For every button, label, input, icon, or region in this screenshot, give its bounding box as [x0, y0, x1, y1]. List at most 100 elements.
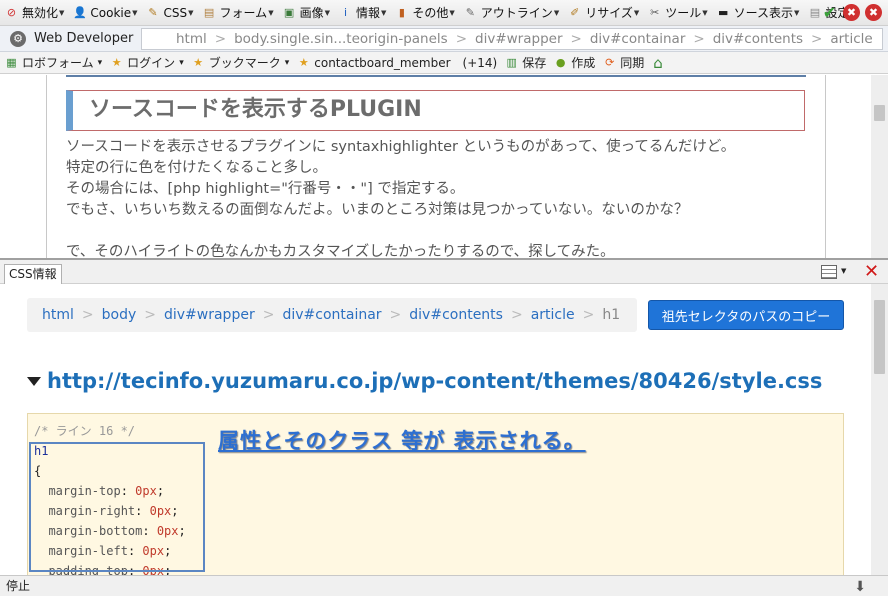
toolbar-menu-9[interactable]: ✂ ツール ▼: [647, 4, 708, 21]
toolbar-menu-7[interactable]: ✎ アウトライン ▼: [463, 4, 560, 21]
bookmark-label: 同期: [620, 56, 645, 70]
grid-icon[interactable]: [821, 265, 837, 279]
article-line: その場合には、[php highlight="行番号・・"] で指定する。: [66, 181, 465, 197]
chevron-down-icon: ▼: [702, 8, 708, 17]
toolbar-menu-8[interactable]: ✐ リサイズ ▼: [567, 4, 639, 21]
panel-scrollbar[interactable]: [871, 284, 888, 575]
status-bar: 停止 ⬇: [0, 575, 888, 596]
breadcrumb-item[interactable]: article: [830, 31, 872, 47]
star-icon: ★: [298, 56, 309, 69]
chevron-down-icon: ▼: [553, 8, 560, 17]
breadcrumb-separator: >: [214, 31, 227, 47]
terminal-icon: ▬: [717, 6, 729, 19]
article-line: でもさ、いちいち数えるの面倒なんだよ。いまのところ対策は見つかっていない。ないの…: [66, 202, 689, 218]
chevron-down-icon: ▼: [324, 8, 330, 17]
toolbar-menu-4[interactable]: ▣ 画像 ▼: [282, 4, 330, 21]
breadcrumb-item[interactable]: div#containar: [590, 31, 686, 47]
breadcrumb-item[interactable]: body.single.sin...teorigin-panels: [234, 31, 448, 47]
chevron-down-icon: ▼: [188, 8, 194, 17]
pencil-icon: ✎: [465, 6, 475, 19]
home-icon[interactable]: ⌂: [653, 54, 663, 72]
toolbar-menu-10[interactable]: ▬ ソース表示 ▼: [716, 4, 800, 21]
close-icon[interactable]: ✕: [864, 263, 879, 281]
disable-icon: ⊘: [6, 6, 17, 19]
toolbar-menu-label: Cookie: [90, 5, 132, 20]
toolbar-menu-0[interactable]: ⊘ 無効化 ▼: [4, 4, 65, 21]
info-icon: i: [343, 6, 348, 19]
pencil-icon: ✎: [148, 6, 158, 19]
bookmark-item-0[interactable]: ▦ ロボフォーム ▾: [4, 54, 102, 71]
breadcrumb-separator: >: [582, 307, 595, 323]
chevron-down-icon[interactable]: ▼: [841, 267, 846, 275]
breadcrumb-item[interactable]: div#contents: [713, 31, 803, 47]
stop-icon[interactable]: ✖: [843, 4, 860, 21]
breadcrumb-separator: >: [570, 31, 582, 47]
breadcrumb-separator: >: [389, 307, 402, 323]
chevron-down-icon: ▾: [179, 57, 184, 68]
chevron-down-icon: ▼: [268, 8, 274, 17]
chevron-down-icon: ▾: [97, 57, 103, 68]
toolbar-menu-5[interactable]: i 情報 ▼: [338, 4, 386, 21]
chevron-down-icon: ▼: [633, 8, 640, 17]
page-heading: ソースコードを表示するPLUGIN: [66, 90, 805, 131]
breadcrumb-separator: >: [455, 31, 468, 47]
breadcrumb-separator: >: [693, 31, 705, 47]
toolbar-menu-1[interactable]: 👤 Cookie ▼: [72, 5, 137, 20]
toolbar-menu-6[interactable]: ▮ その他 ▼: [394, 4, 455, 21]
breadcrumb-item[interactable]: div#wrapper: [475, 31, 562, 47]
bookmark-toolbar: ▦ ロボフォーム ▾ ★ ログイン ▾ ★ ブックマーク ▾ ★ contactboard_memb…: [0, 52, 888, 74]
robot-icon: ▦: [6, 56, 17, 69]
toolbar-right-buttons: ✔ ✖ ✖: [821, 3, 882, 22]
toolbar-menu-label: フォーム: [219, 6, 268, 20]
stylesheet-link[interactable]: http://tecinfo.yuzumaru.co.jp/wp-content…: [27, 369, 822, 393]
scrollbar-thumb[interactable]: [874, 300, 885, 374]
toolbar-menu-2[interactable]: ✎ CSS ▼: [146, 5, 194, 20]
breadcrumb-separator: >: [510, 307, 523, 323]
toolbar-menu-label: その他: [412, 6, 449, 20]
person-icon: 👤: [73, 6, 87, 19]
bookmark-item-6[interactable]: ⟳ 同期: [602, 54, 644, 71]
breadcrumb-item[interactable]: div#containar: [282, 307, 381, 323]
toolbar-menu-label: 無効化: [22, 6, 59, 20]
checkmark-icon[interactable]: ✔: [821, 3, 838, 22]
article-line: 特定の行に色を付けたくなること多し。: [66, 160, 327, 176]
bookmark-item-3[interactable]: ★ contactboard_member (+14): [296, 54, 497, 71]
article-line: ソースコードを表示させるプラグインに syntaxhighlighter という…: [66, 139, 736, 155]
chevron-down-icon: ▼: [132, 8, 138, 17]
breadcrumb-separator: >: [262, 307, 275, 323]
css-panel-header: CSS情報 ▼ ✕: [0, 258, 888, 285]
bookmark-label: contactboard_member (+14): [314, 56, 498, 70]
breadcrumb-separator: >: [81, 307, 94, 323]
breadcrumb-item[interactable]: html: [42, 307, 74, 323]
scrollbar-thumb[interactable]: [874, 105, 885, 121]
stylesheet-url[interactable]: http://tecinfo.yuzumaru.co.jp/wp-content…: [47, 369, 822, 393]
breadcrumb-item[interactable]: body: [102, 307, 137, 323]
highlight-box: [29, 442, 205, 572]
bookmark-item-2[interactable]: ★ ブックマーク ▾: [191, 54, 290, 71]
bookmark-item-5[interactable]: ● 作成: [553, 54, 595, 71]
chevron-down-icon: ▼: [449, 8, 455, 17]
collapse-triangle-icon[interactable]: [27, 376, 41, 386]
toolbar-menu-label: 画像: [299, 6, 324, 20]
breadcrumb-item[interactable]: div#wrapper: [164, 307, 255, 323]
bookmark-label: ログイン: [127, 56, 176, 70]
breadcrumb-item[interactable]: html: [176, 31, 207, 47]
bookmark-item-1[interactable]: ★ ログイン ▾: [109, 54, 184, 71]
close-icon[interactable]: ✖: [865, 4, 882, 21]
toolbar-menu-3[interactable]: ▤ フォーム ▼: [202, 4, 274, 21]
code-line: /* ライン 16 */: [34, 421, 186, 441]
ruler-icon: ✐: [570, 6, 580, 19]
breadcrumb-item[interactable]: article: [531, 307, 575, 323]
bookmark-item-4[interactable]: ▥ 保存: [504, 54, 547, 71]
toolbar-menu-label: CSS: [163, 5, 188, 20]
download-arrow-icon[interactable]: ⬇: [854, 577, 866, 597]
breadcrumb-item[interactable]: div#contents: [409, 307, 503, 323]
copy-ancestor-path-button[interactable]: 祖先セレクタのパスのコピー: [648, 300, 844, 330]
tab-css-info[interactable]: CSS情報: [4, 264, 62, 285]
css-info-panel: html > body > div#wrapper > div#containar > div#…: [0, 284, 888, 575]
chevron-down-icon: ▾: [284, 57, 290, 68]
page-scrollbar[interactable]: [871, 75, 888, 258]
web-developer-label[interactable]: ⚙ Web Developer: [0, 30, 140, 47]
save-icon: ▥: [506, 56, 517, 69]
bookmark-label: ブックマーク: [208, 56, 281, 70]
